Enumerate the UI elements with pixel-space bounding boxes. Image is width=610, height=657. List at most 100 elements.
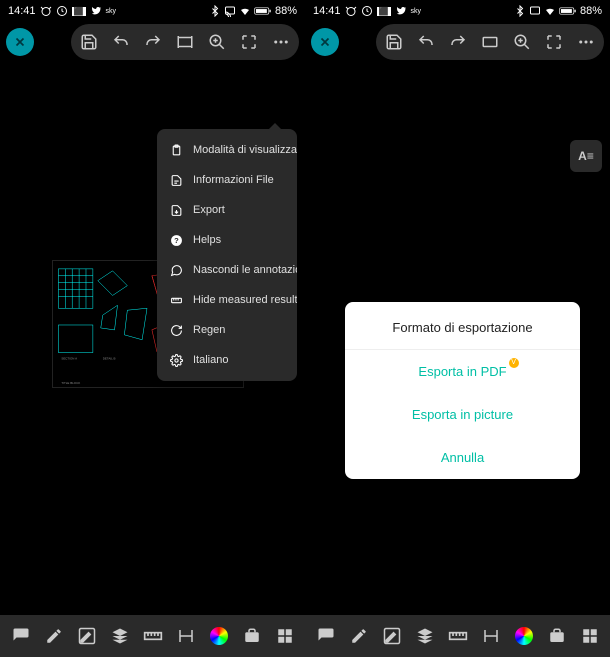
redo-icon (449, 33, 467, 51)
more-button[interactable] (576, 32, 596, 52)
menu-hide-measured[interactable]: Hide measured result (157, 285, 297, 315)
screen-left: 14:41 ⬛ sky 88% (0, 0, 305, 657)
color-wheel-icon (210, 627, 228, 645)
fullscreen-button[interactable] (239, 32, 259, 52)
edit-tool[interactable] (381, 625, 403, 647)
menu-label: Hide measured result (193, 294, 297, 306)
canvas-area[interactable]: SECTION ADETAIL B PLAN VIEWTITLE BLOCK M… (0, 62, 305, 615)
grid-icon (276, 627, 294, 645)
status-battery: 88% (275, 5, 297, 17)
zoom-button[interactable] (512, 32, 532, 52)
edit-tool[interactable] (76, 625, 98, 647)
clipboard-icon (169, 143, 183, 157)
menu-regen[interactable]: Regen (157, 315, 297, 345)
pen-tool[interactable] (348, 625, 370, 647)
menu-helps[interactable]: ? Helps (157, 225, 297, 255)
dialog-title: Formato di esportazione (345, 302, 580, 350)
more-icon (272, 33, 290, 51)
close-icon (13, 35, 27, 49)
layers-icon (416, 627, 434, 645)
close-icon (318, 35, 332, 49)
undo-button[interactable] (111, 32, 131, 52)
dimension-icon (482, 627, 500, 645)
bluetooth-icon (209, 5, 221, 17)
text-style-button[interactable]: A≡ (570, 140, 602, 172)
more-button[interactable] (271, 32, 291, 52)
briefcase-tool[interactable] (241, 625, 263, 647)
status-bar: 14:41 ⬛ sky 88% (305, 0, 610, 22)
clock-icon (56, 5, 68, 17)
fullscreen-button[interactable] (544, 32, 564, 52)
export-pdf-option[interactable]: Esporta in PDFV (345, 350, 580, 393)
ruler-h-icon (448, 630, 468, 642)
status-time: 14:41 (8, 5, 36, 17)
ruler-h-tool[interactable] (142, 625, 164, 647)
grid-tool[interactable] (274, 625, 296, 647)
menu-label: Modalità di visualizza… (193, 144, 297, 156)
status-bar: 14:41 ⬛ sky 88% (0, 0, 305, 22)
pen-icon (350, 627, 368, 645)
measure-icon (169, 293, 183, 307)
undo-icon (417, 33, 435, 51)
wifi-icon (544, 5, 556, 17)
menu-export[interactable]: Export (157, 195, 297, 225)
zoom-button[interactable] (207, 32, 227, 52)
bottom-toolbar (305, 615, 610, 657)
layers-tool[interactable] (109, 625, 131, 647)
briefcase-tool[interactable] (546, 625, 568, 647)
grid-tool[interactable] (579, 625, 601, 647)
cast-icon (224, 5, 236, 17)
top-toolbar (305, 22, 610, 62)
save-button[interactable] (384, 32, 404, 52)
twitter-icon (395, 5, 407, 17)
more-menu: Modalità di visualizza… Informazioni Fil… (157, 129, 297, 381)
close-button[interactable] (311, 28, 339, 56)
export-picture-option[interactable]: Esporta in picture (345, 393, 580, 436)
color-tool[interactable] (208, 625, 230, 647)
menu-label: Italiano (193, 354, 228, 366)
briefcase-icon (243, 627, 261, 645)
dimension-icon (177, 627, 195, 645)
close-button[interactable] (6, 28, 34, 56)
annotation-icon (169, 263, 183, 277)
zoom-icon (208, 33, 226, 51)
vip-badge-icon: V (509, 358, 519, 368)
menu-language[interactable]: Italiano (157, 345, 297, 375)
briefcase-icon (548, 627, 566, 645)
ruler-h-tool[interactable] (447, 625, 469, 647)
comment-tool[interactable] (315, 625, 337, 647)
redo-button[interactable] (448, 32, 468, 52)
fit-button[interactable] (175, 32, 195, 52)
dimension-tool[interactable] (480, 625, 502, 647)
redo-icon (144, 33, 162, 51)
canvas-area[interactable]: A≡ Formato di esportazione Esporta in PD… (305, 62, 610, 615)
menu-view-mode[interactable]: Modalità di visualizza… (157, 135, 297, 165)
status-time: 14:41 (313, 5, 341, 17)
dimension-tool[interactable] (175, 625, 197, 647)
cancel-option[interactable]: Annulla (345, 436, 580, 479)
svg-text:SECTION A: SECTION A (61, 356, 77, 360)
grid-icon (581, 627, 599, 645)
export-dialog: Formato di esportazione Esporta in PDFV … (345, 302, 580, 479)
pen-tool[interactable] (43, 625, 65, 647)
undo-button[interactable] (416, 32, 436, 52)
settings-icon (169, 353, 183, 367)
redo-button[interactable] (143, 32, 163, 52)
pen-icon (45, 627, 63, 645)
help-icon: ? (169, 233, 183, 247)
bluetooth-icon (514, 5, 526, 17)
save-button[interactable] (79, 32, 99, 52)
fullscreen-icon (545, 33, 563, 51)
edit-icon (78, 627, 96, 645)
layers-tool[interactable] (414, 625, 436, 647)
color-tool[interactable] (513, 625, 535, 647)
undo-icon (112, 33, 130, 51)
comment-icon (12, 627, 30, 645)
menu-file-info[interactable]: Informazioni File (157, 165, 297, 195)
edit-icon (383, 627, 401, 645)
menu-hide-annotations[interactable]: Nascondi le annotazioni (157, 255, 297, 285)
menu-label: Regen (193, 324, 225, 336)
comment-tool[interactable] (10, 625, 32, 647)
fit-button[interactable] (480, 32, 500, 52)
option-label: Esporta in picture (412, 407, 513, 422)
